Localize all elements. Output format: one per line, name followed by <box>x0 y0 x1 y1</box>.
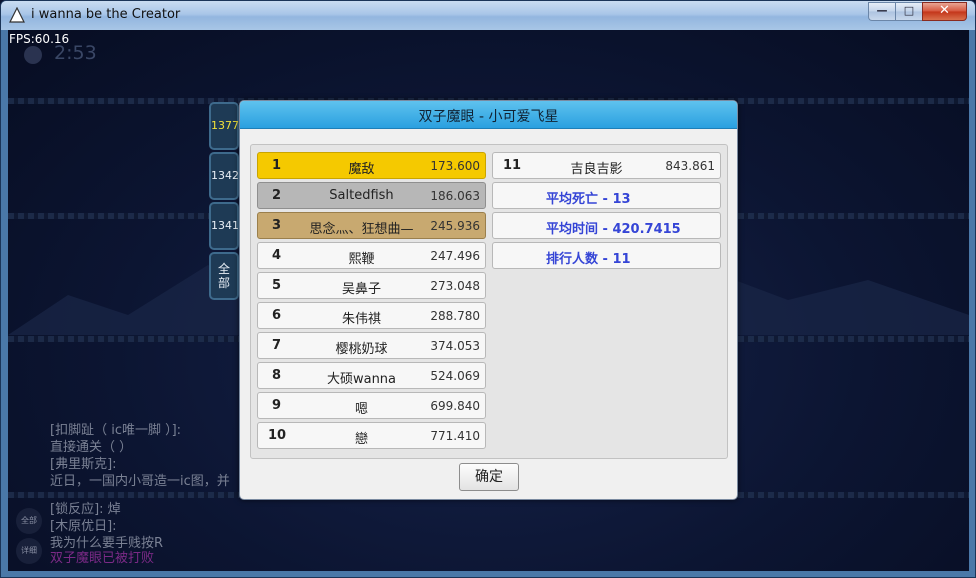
stat-player-count: 排行人数 - 11 <box>492 242 721 269</box>
rank-number: 5 <box>272 278 282 293</box>
clear-time: 843.861 <box>665 159 715 173</box>
ranking-row[interactable]: 8 大硕wanna 524.069 <box>257 362 486 389</box>
player-name: 戀 <box>354 432 368 447</box>
stat-avg-deaths-text: 平均死亡 - 13 <box>546 192 631 207</box>
title-bar[interactable]: i wanna be the Creator — □ ✕ <box>1 1 975 30</box>
app-triangle-icon <box>9 7 25 23</box>
ranking-row[interactable]: 4 熙鞭 247.496 <box>257 242 486 269</box>
rank-number: 8 <box>272 368 282 383</box>
chat-line: 直接通关（ ） <box>50 440 133 455</box>
clear-time: 273.048 <box>430 279 480 293</box>
leaderboard-panel: 1 魔敌 173.600 2 Saltedfish 186.063 3 思念灬、… <box>250 144 728 459</box>
player-name: 大硕wanna <box>326 372 397 387</box>
clear-time: 699.840 <box>430 399 480 413</box>
player-name: 吴鼻子 <box>341 282 381 297</box>
ranking-row[interactable]: 5 吴鼻子 273.048 <box>257 272 486 299</box>
rank-number: 3 <box>272 218 282 233</box>
chat-all-button[interactable]: 全部 <box>16 508 42 534</box>
player-name: 吉良吉影 <box>570 162 623 177</box>
caption-buttons: — □ ✕ <box>868 2 967 21</box>
ranking-row[interactable]: 7 樱桃奶球 374.053 <box>257 332 486 359</box>
window-title: i wanna be the Creator <box>31 7 181 22</box>
stat-avg-deaths: 平均死亡 - 13 <box>492 182 721 209</box>
rank-number: 1 <box>272 158 282 173</box>
player-name: 熙鞭 <box>348 252 375 267</box>
clear-time: 173.600 <box>430 159 480 173</box>
leaderboard-dialog: 双子魔眼 - 小可爱飞星 1 魔敌 173.600 2 Saltedfish 1… <box>239 100 738 500</box>
chat-line: [弗里斯克]: <box>50 457 117 472</box>
maximize-button[interactable]: □ <box>895 2 922 21</box>
rank-number: 9 <box>272 398 282 413</box>
player-name: 朱伟祺 <box>341 312 381 327</box>
game-canvas[interactable]: FPS:60.16 2:53 [扣脚趾（ ic唯一脚 ）]: 直接通关（ ） [… <box>8 30 969 571</box>
chat-line: [木原优日]: <box>50 519 117 534</box>
player-name: 樱桃奶球 <box>335 342 388 357</box>
player-name: 思念灬、狂想曲— <box>309 222 414 237</box>
close-button[interactable]: ✕ <box>922 2 967 21</box>
rank-number: 2 <box>272 188 282 203</box>
chat-line: [扣脚趾（ ic唯一脚 ）]: <box>50 423 182 438</box>
rank-number: 10 <box>268 428 287 443</box>
tab-all-label: 全部 <box>217 262 230 290</box>
player-name: 魔敌 <box>348 162 375 177</box>
ranking-row[interactable]: 10 戀 771.410 <box>257 422 486 449</box>
maximize-icon: □ <box>903 4 915 17</box>
stat-avg-time-text: 平均时间 - 420.7415 <box>546 222 681 237</box>
clear-time: 247.496 <box>430 249 480 263</box>
clear-time: 245.936 <box>430 219 480 233</box>
stat-player-count-text: 排行人数 - 11 <box>546 252 631 267</box>
tab-1377[interactable]: 1377 <box>209 102 239 150</box>
dialog-header: 双子魔眼 - 小可爱飞星 <box>240 101 737 129</box>
chat-detail-button[interactable]: 详细 <box>16 538 42 564</box>
rank-number: 7 <box>272 338 282 353</box>
chat-line: 双子魔眼已被打败 <box>50 550 154 567</box>
ranking-row[interactable]: 9 嗯 699.840 <box>257 392 486 419</box>
clear-time: 524.069 <box>430 369 480 383</box>
stat-avg-time: 平均时间 - 420.7415 <box>492 212 721 239</box>
minimize-icon: — <box>876 4 888 17</box>
app-window: i wanna be the Creator — □ ✕ FPS:60.16 2… <box>0 0 976 578</box>
ranking-row[interactable]: 2 Saltedfish 186.063 <box>257 182 486 209</box>
ranking-row[interactable]: 6 朱伟祺 288.780 <box>257 302 486 329</box>
close-icon: ✕ <box>939 3 950 18</box>
tab-all[interactable]: 全部 <box>209 252 239 300</box>
rank-number: 6 <box>272 308 282 323</box>
chat-line: [锁反应]: 焯 <box>50 502 121 517</box>
rank-number: 4 <box>272 248 282 263</box>
clear-time: 186.063 <box>430 189 480 203</box>
dialog-title: 双子魔眼 - 小可爱飞星 <box>418 109 559 125</box>
rank-number: 11 <box>503 158 522 173</box>
tab-1342[interactable]: 1342 <box>209 152 239 200</box>
ok-button[interactable]: 确定 <box>459 463 519 491</box>
tab-1341[interactable]: 1341 <box>209 202 239 250</box>
clock-icon <box>24 46 42 64</box>
clear-time: 771.410 <box>430 429 480 443</box>
ranking-row[interactable]: 3 思念灬、狂想曲— 245.936 <box>257 212 486 239</box>
player-name: 嗯 <box>354 402 368 417</box>
ranking-row[interactable]: 11 吉良吉影 843.861 <box>492 152 721 179</box>
player-name: Saltedfish <box>329 188 394 203</box>
clear-time: 288.780 <box>430 309 480 323</box>
timer-display: 2:53 <box>54 42 97 64</box>
minimize-button[interactable]: — <box>868 2 895 21</box>
chat-boss-defeated: 双子魔眼已被打败 <box>50 551 155 566</box>
clear-time: 374.053 <box>430 339 480 353</box>
chat-line: 近日，一国内小哥造一ic图，并 <box>50 474 230 489</box>
ranking-row[interactable]: 1 魔敌 173.600 <box>257 152 486 179</box>
